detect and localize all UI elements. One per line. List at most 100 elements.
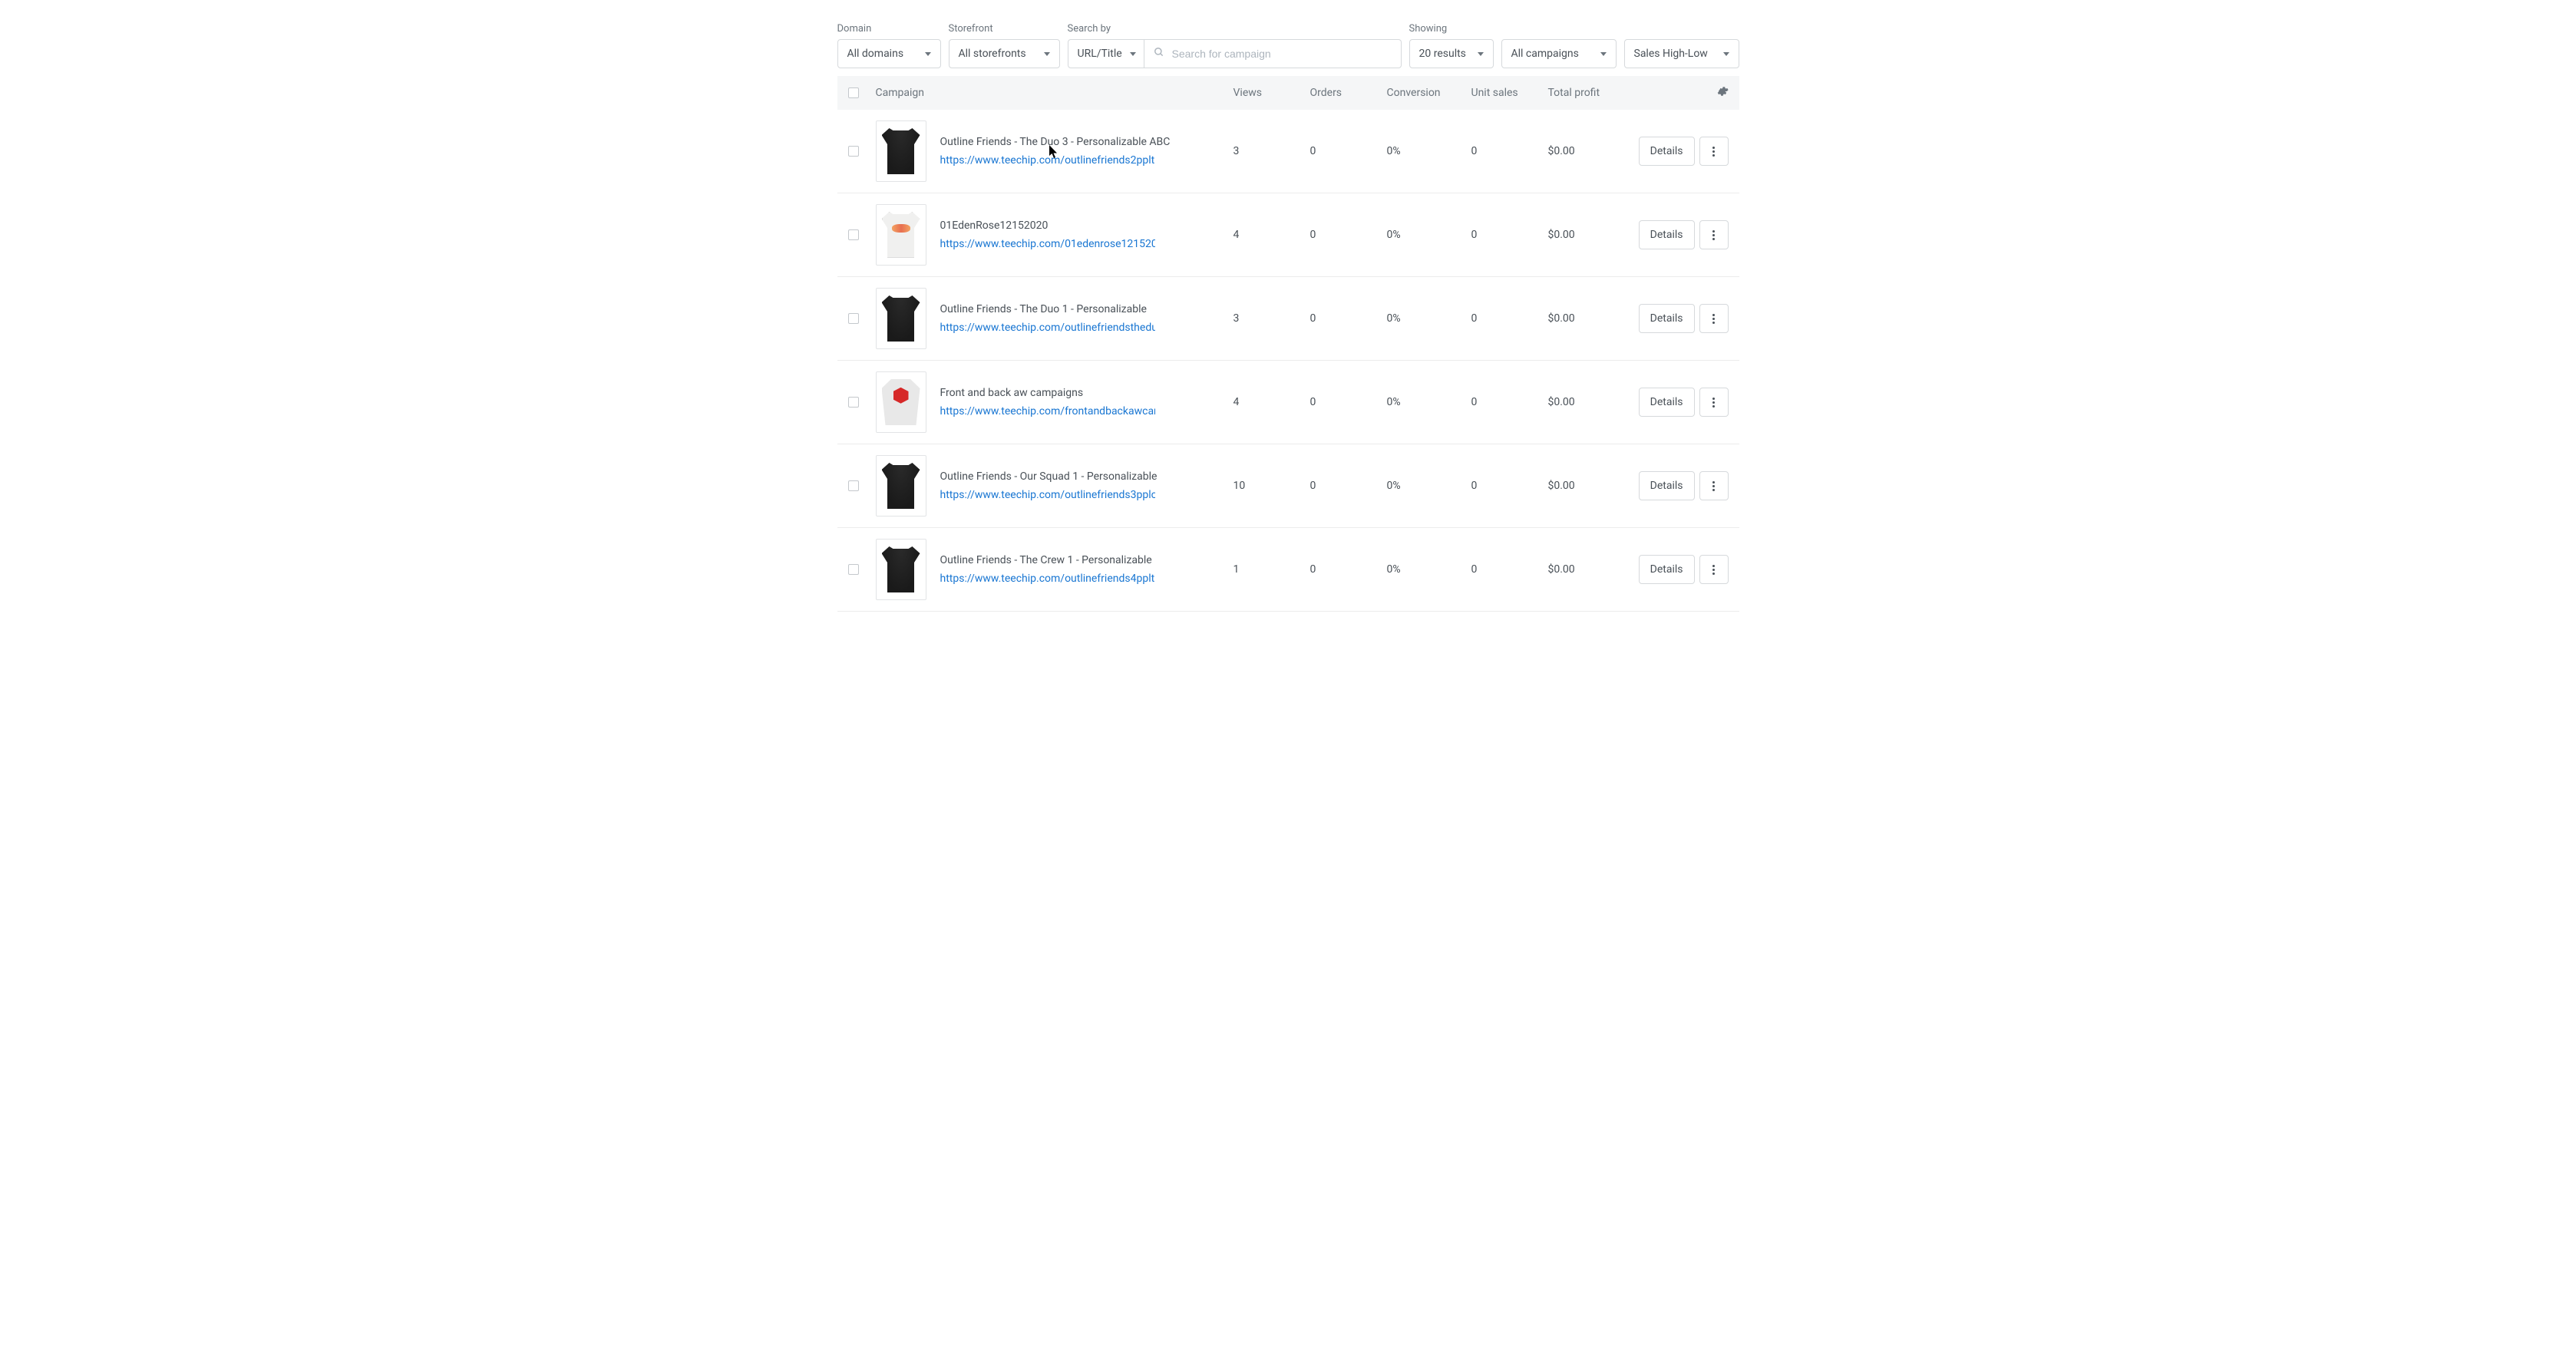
search-icon [1154, 47, 1164, 61]
thumbnail-image [882, 546, 920, 592]
header-orders: Orders [1310, 87, 1387, 99]
domain-label: Domain [837, 23, 941, 35]
campaign-filter-select[interactable]: All campaigns [1501, 39, 1617, 68]
storefront-select[interactable]: All storefronts [949, 39, 1060, 68]
campaign-title: Front and back aw campaigns [940, 387, 1155, 399]
actions-cell: Details [1625, 471, 1729, 500]
table-row: 01EdenRose12152020 https://www.teechip.c… [837, 193, 1739, 277]
campaign-url[interactable]: https://www.teechip.com/outlinefriends3p… [940, 489, 1155, 501]
more-vertical-icon [1712, 230, 1715, 240]
more-actions-button[interactable] [1699, 471, 1729, 500]
conversion-cell: 0% [1387, 563, 1471, 576]
sort-label [1624, 23, 1739, 35]
thumbnail-image [882, 379, 920, 425]
actions-cell: Details [1625, 137, 1729, 166]
row-checkbox[interactable] [848, 397, 859, 408]
unit-sales-cell: 0 [1471, 563, 1548, 576]
actions-cell: Details [1625, 555, 1729, 584]
campaign-texts: Front and back aw campaigns https://www.… [940, 387, 1155, 417]
product-thumbnail [876, 204, 926, 266]
row-checkbox[interactable] [848, 229, 859, 240]
details-button[interactable]: Details [1639, 304, 1695, 333]
search-input-wrap [1144, 39, 1402, 68]
total-profit-cell: $0.00 [1548, 396, 1625, 408]
storefront-value: All storefronts [959, 48, 1026, 60]
filter-bar: Domain All domains Storefront All storef… [837, 23, 1739, 68]
more-actions-button[interactable] [1699, 388, 1729, 417]
chevron-down-icon [1600, 52, 1607, 56]
row-checkbox-wrap [848, 397, 876, 408]
more-actions-button[interactable] [1699, 220, 1729, 249]
campaign-url[interactable]: https://www.teechip.com/outlinefriendsth… [940, 322, 1155, 334]
campaign-cell: Outline Friends - Our Squad 1 - Personal… [876, 455, 1234, 516]
select-all-checkbox[interactable] [848, 87, 859, 98]
orders-cell: 0 [1310, 480, 1387, 492]
showing-select[interactable]: 20 results [1409, 39, 1494, 68]
searchby-select[interactable]: URL/Title [1068, 39, 1144, 68]
table-body: Outline Friends - The Duo 3 - Personaliz… [837, 110, 1739, 612]
thumbnail-image [882, 128, 920, 174]
more-actions-button[interactable] [1699, 137, 1729, 166]
more-vertical-icon [1712, 398, 1715, 408]
unit-sales-cell: 0 [1471, 312, 1548, 325]
header-unit-sales: Unit sales [1471, 87, 1548, 99]
orders-cell: 0 [1310, 145, 1387, 157]
chevron-down-icon [1130, 52, 1136, 56]
row-checkbox[interactable] [848, 313, 859, 324]
more-vertical-icon [1712, 565, 1715, 575]
searchby-label: Search by [1068, 23, 1402, 35]
campaign-texts: Outline Friends - The Crew 1 - Personali… [940, 554, 1155, 585]
row-checkbox-wrap [848, 480, 876, 491]
row-checkbox[interactable] [848, 480, 859, 491]
more-actions-button[interactable] [1699, 304, 1729, 333]
views-cell: 4 [1234, 396, 1310, 408]
search-input[interactable] [1172, 48, 1392, 60]
unit-sales-cell: 0 [1471, 229, 1548, 241]
details-button[interactable]: Details [1639, 220, 1695, 249]
orders-cell: 0 [1310, 396, 1387, 408]
sort-filter-group: Sales High-Low [1624, 23, 1739, 68]
total-profit-cell: $0.00 [1548, 229, 1625, 241]
orders-cell: 0 [1310, 312, 1387, 325]
table-row: Front and back aw campaigns https://www.… [837, 361, 1739, 444]
storefront-label: Storefront [949, 23, 1060, 35]
details-button[interactable]: Details [1639, 471, 1695, 500]
views-cell: 4 [1234, 229, 1310, 241]
details-button[interactable]: Details [1639, 555, 1695, 584]
header-campaign: Campaign [876, 87, 1234, 99]
details-button[interactable]: Details [1639, 388, 1695, 417]
conversion-cell: 0% [1387, 229, 1471, 241]
sort-select[interactable]: Sales High-Low [1624, 39, 1739, 68]
campaign-url[interactable]: https://www.teechip.com/outlinefriends2p… [940, 154, 1155, 167]
campaign-url[interactable]: https://www.teechip.com/frontandbackawca… [940, 405, 1155, 417]
more-vertical-icon [1712, 481, 1715, 491]
gear-icon[interactable] [1716, 85, 1729, 101]
campaign-title: 01EdenRose12152020 [940, 219, 1155, 232]
thumbnail-image [882, 463, 920, 509]
header-views: Views [1234, 87, 1310, 99]
showing-filter-group: Showing 20 results [1409, 23, 1494, 68]
campaign-url[interactable]: https://www.teechip.com/01edenrose121520… [940, 238, 1155, 250]
more-vertical-icon [1712, 314, 1715, 324]
campaign-filter-label [1501, 23, 1617, 35]
row-checkbox[interactable] [848, 146, 859, 157]
domain-value: All domains [847, 48, 904, 60]
table-row: Outline Friends - The Duo 1 - Personaliz… [837, 277, 1739, 361]
campaign-url[interactable]: https://www.teechip.com/outlinefriends4p… [940, 573, 1155, 585]
campaign-title: Outline Friends - The Duo 1 - Personaliz… [940, 303, 1155, 315]
domain-select[interactable]: All domains [837, 39, 941, 68]
more-actions-button[interactable] [1699, 555, 1729, 584]
views-cell: 3 [1234, 312, 1310, 325]
details-button[interactable]: Details [1639, 137, 1695, 166]
product-thumbnail [876, 288, 926, 349]
unit-sales-cell: 0 [1471, 145, 1548, 157]
chevron-down-icon [1044, 52, 1050, 56]
campaign-cell: Outline Friends - The Duo 1 - Personaliz… [876, 288, 1234, 349]
campaign-texts: 01EdenRose12152020 https://www.teechip.c… [940, 219, 1155, 250]
row-checkbox[interactable] [848, 564, 859, 575]
row-checkbox-wrap [848, 313, 876, 324]
thumbnail-image [882, 295, 920, 342]
sort-value: Sales High-Low [1634, 48, 1708, 60]
conversion-cell: 0% [1387, 480, 1471, 492]
search-group: Search by URL/Title [1068, 23, 1402, 68]
